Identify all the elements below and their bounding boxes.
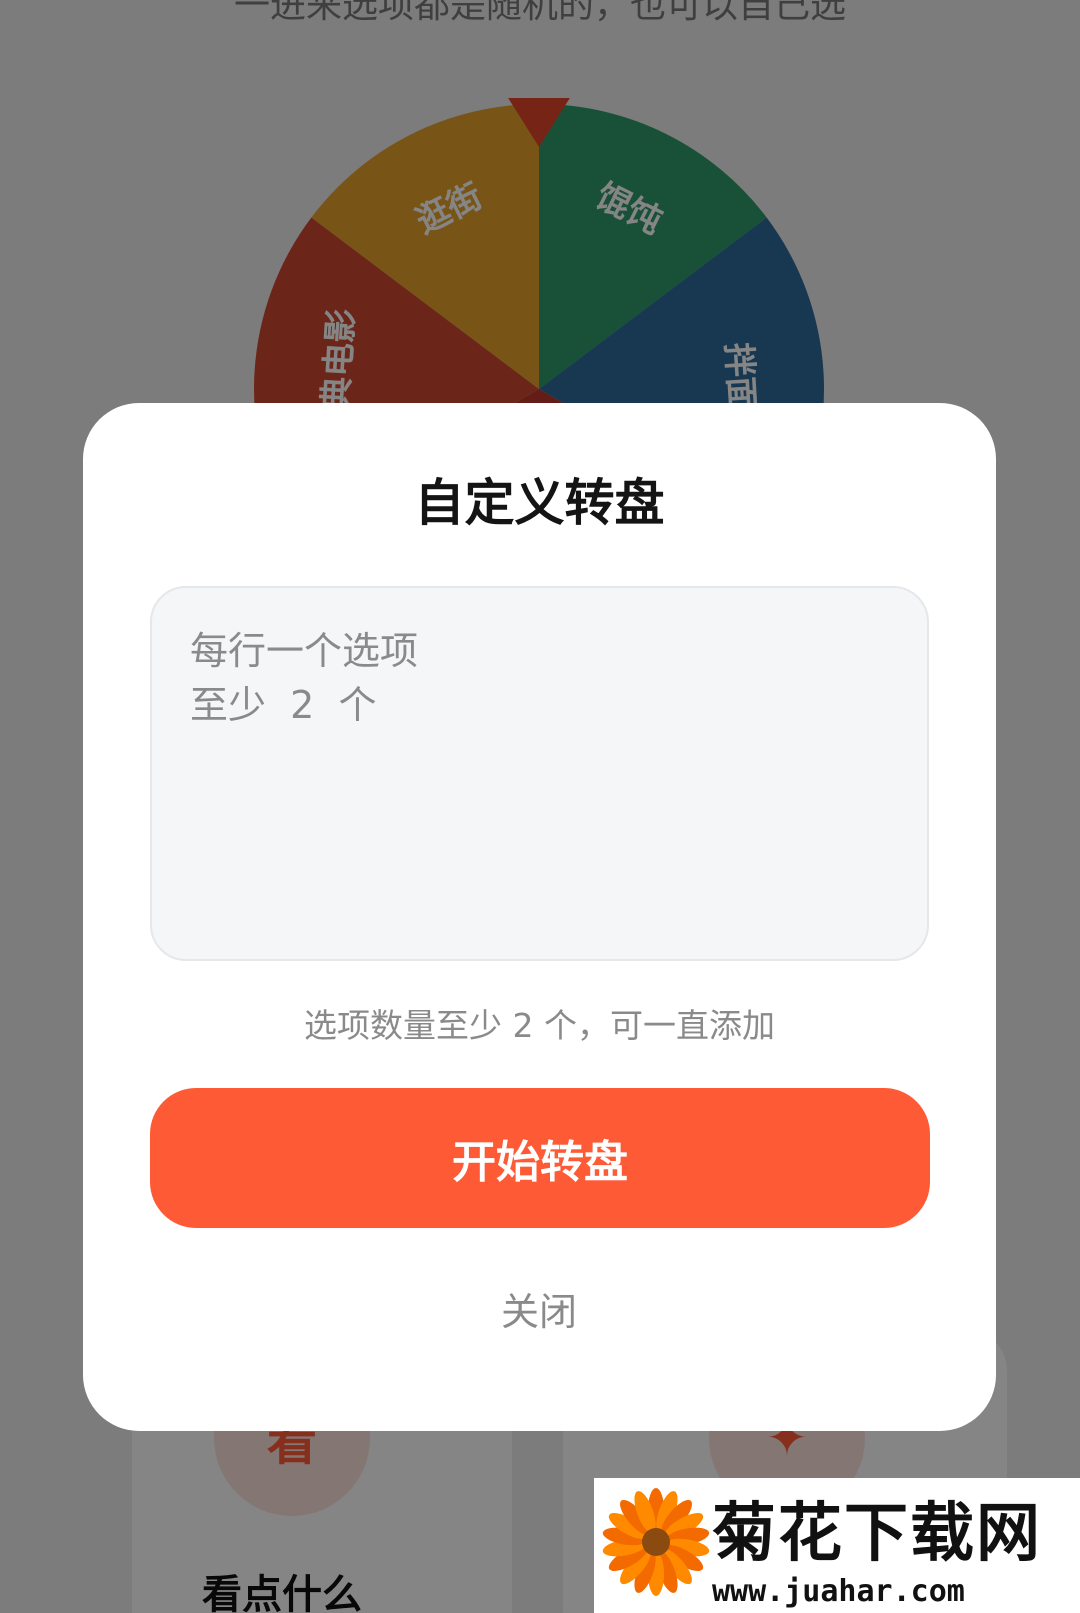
- dialog-title: 自定义转盘: [414, 474, 665, 532]
- watermark-url: www.juahar.com: [712, 1574, 965, 1609]
- hint-text: 选项数量至少 2 个，可一直添加: [304, 1006, 775, 1045]
- close-button[interactable]: 关闭: [439, 1273, 639, 1343]
- options-textarea[interactable]: [150, 586, 929, 961]
- start-wheel-button[interactable]: 开始转盘: [150, 1088, 930, 1228]
- custom-wheel-dialog: 自定义转盘 选项数量至少 2 个，可一直添加 开始转盘 关闭: [83, 403, 996, 1431]
- watermark-title: 菊花下载网: [712, 1497, 1042, 1571]
- flower-logo-icon: [602, 1488, 710, 1596]
- watermark: 菊花下载网 www.juahar.com: [594, 1478, 1080, 1613]
